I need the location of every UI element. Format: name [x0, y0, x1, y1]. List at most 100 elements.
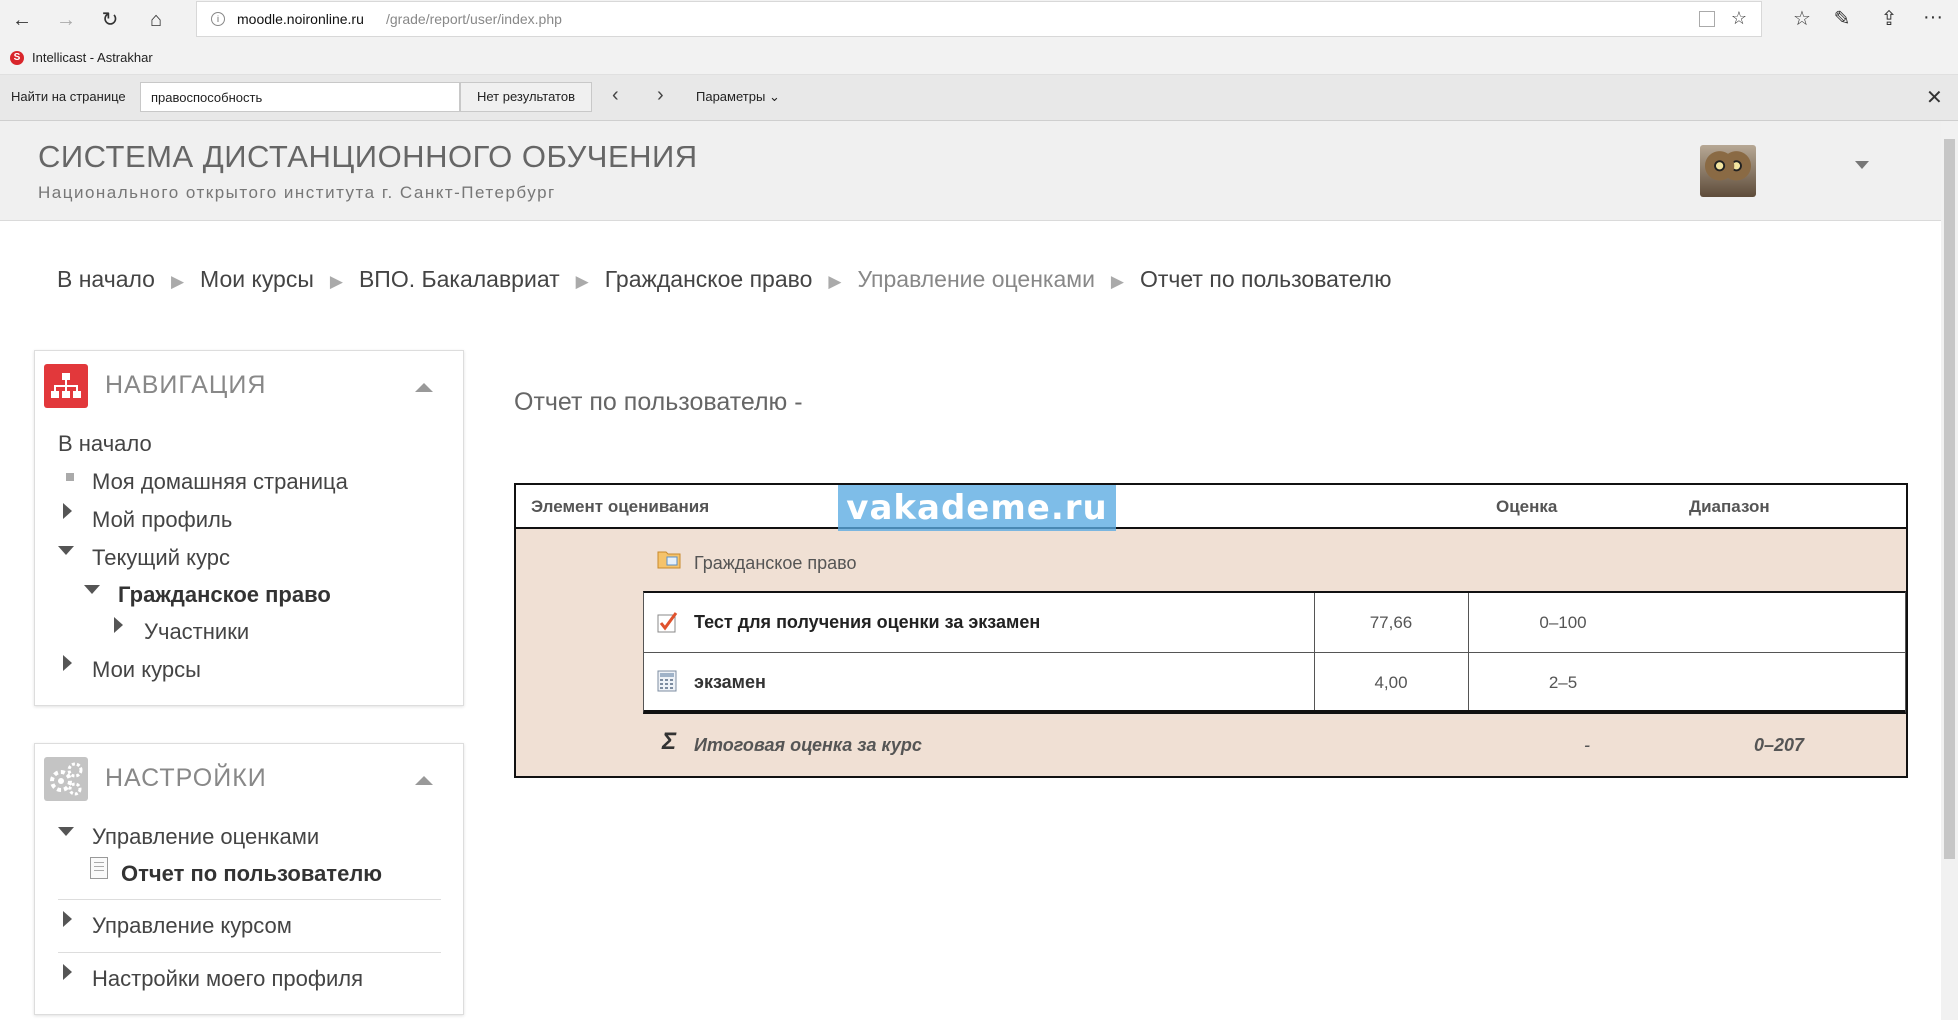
find-input[interactable] [140, 82, 460, 112]
share-icon[interactable]: ⇪ [1874, 6, 1904, 31]
site-header: СИСТЕМА ДИСТАНЦИОННОГО ОБУЧЕНИЯ Национал… [0, 121, 1941, 221]
intellicast-icon: S [10, 51, 24, 65]
more-menu-icon[interactable]: ··· [1918, 6, 1948, 29]
collapse-icon[interactable] [415, 383, 433, 392]
table-body: Гражданское право Тест для получения оце… [516, 529, 1906, 776]
range-value: 0–100 [1539, 613, 1587, 632]
category-folder-icon [657, 549, 681, 569]
user-menu-caret-icon[interactable] [1855, 161, 1869, 169]
favorite-link[interactable]: Intellicast - Astrakhar [32, 50, 153, 65]
expand-right-icon[interactable] [63, 655, 72, 671]
find-options-button[interactable]: Параметры ⌄ [696, 89, 780, 105]
breadcrumb-category[interactable]: ВПО. Бакалавриат [359, 266, 560, 292]
home-icon[interactable]: ⌂ [140, 6, 172, 34]
collapse-icon[interactable] [415, 776, 433, 785]
back-arrow-icon[interactable]: ← [6, 6, 38, 34]
grade-item-name[interactable]: Тест для получения оценки за экзамен [694, 612, 1040, 633]
breadcrumb-course[interactable]: Гражданское право [605, 266, 813, 292]
breadcrumb-grades: Управление оценками [857, 266, 1095, 292]
breadcrumb-my-courses[interactable]: Мои курсы [200, 266, 314, 292]
forward-arrow-icon[interactable]: → [50, 6, 82, 34]
expand-right-icon[interactable] [63, 503, 72, 519]
expand-right-icon[interactable] [63, 911, 72, 927]
browser-toolbar: ← → ↻ ⌂ i moodle.noironline.ru /grade/re… [0, 0, 1958, 40]
breadcrumb-separator-icon: ▶ [329, 272, 343, 291]
table-row: экзамен 4,00 2–5 [643, 652, 1906, 714]
reading-view-icon[interactable] [1699, 11, 1715, 27]
favorite-star-icon[interactable]: ☆ [1731, 8, 1747, 29]
navigation-block: НАВИГАЦИЯ В начало Моя домашняя страница… [34, 350, 464, 706]
find-results: Нет результатов [460, 82, 592, 112]
calculator-icon [657, 670, 677, 692]
settings-item-grade-admin[interactable]: Управление оценками [92, 824, 319, 850]
table-row: Тест для получения оценки за экзамен 77,… [643, 591, 1906, 653]
nav-item-profile[interactable]: Мой профиль [92, 507, 232, 533]
find-label: Найти на странице [11, 89, 126, 104]
divider [58, 899, 441, 900]
find-next-icon[interactable]: › [657, 84, 664, 107]
course-total-grade: - [1584, 735, 1590, 755]
navigation-title: НАВИГАЦИЯ [105, 371, 267, 399]
nav-item-course[interactable]: Гражданское право [118, 582, 331, 608]
breadcrumb: В начало ▶ Мои курсы ▶ ВПО. Бакалавриат ▶ Граж… [57, 266, 1391, 293]
breadcrumb-separator-icon: ▶ [1110, 272, 1124, 291]
settings-item-profile-settings[interactable]: Настройки моего профиля [92, 966, 363, 992]
page-title: Отчет по пользователю - [514, 388, 803, 416]
expand-right-icon[interactable] [63, 964, 72, 980]
sigma-icon: Σ [662, 728, 677, 755]
range-value: 2–5 [1548, 673, 1578, 692]
grade-item-name[interactable]: экзамен [694, 672, 766, 693]
grade-value: 4,00 [1374, 673, 1408, 692]
watermark: vakademe.ru [838, 485, 1116, 531]
breadcrumb-separator-icon: ▶ [170, 272, 185, 291]
scrollbar[interactable] [1941, 121, 1958, 1020]
column-header-grade: Оценка [1496, 497, 1558, 516]
avatar[interactable] [1700, 145, 1756, 197]
grade-value: 77,66 [1369, 613, 1413, 632]
find-bar: Найти на странице Нет результатов ‹ › Па… [0, 75, 1958, 121]
column-header-range: Диапазон [1689, 497, 1770, 516]
nav-item-participants[interactable]: Участники [144, 619, 249, 645]
expand-right-icon[interactable] [114, 617, 123, 633]
breadcrumb-user-report[interactable]: Отчет по пользователю [1140, 266, 1391, 292]
settings-title: НАСТРОЙКИ [105, 764, 267, 792]
report-page-icon [90, 857, 108, 879]
nav-item-home[interactable]: В начало [58, 431, 152, 457]
gears-icon [44, 757, 88, 801]
quiz-icon [657, 611, 679, 633]
settings-item-user-report[interactable]: Отчет по пользователю [121, 861, 382, 887]
settings-block: НАСТРОЙКИ Управление оценками Отчет по п… [34, 743, 464, 1015]
find-options-label: Параметры [696, 89, 766, 104]
info-icon[interactable]: i [211, 12, 225, 26]
breadcrumb-separator-icon: ▶ [575, 272, 589, 291]
expand-down-icon[interactable] [84, 585, 100, 594]
pen-notes-icon[interactable]: ✎ [1827, 6, 1857, 31]
nav-item-current-course[interactable]: Текущий курс [92, 545, 230, 571]
chevron-down-icon: ⌄ [768, 89, 780, 104]
nav-item-my-courses[interactable]: Мои курсы [92, 657, 201, 683]
expand-down-icon[interactable] [58, 546, 74, 555]
favorites-bar: S Intellicast - Astrakhar [0, 40, 1958, 75]
site-subtitle: Национального открытого института г. Сан… [38, 183, 556, 202]
scrollbar-thumb[interactable] [1944, 139, 1955, 859]
find-previous-icon[interactable]: ‹ [612, 84, 619, 107]
bullet-icon [66, 473, 74, 481]
category-name: Гражданское право [694, 553, 857, 573]
url-path: /grade/report/user/index.php [386, 11, 562, 27]
sitemap-icon [44, 364, 88, 408]
refresh-icon[interactable]: ↻ [94, 6, 126, 34]
close-icon[interactable]: ✕ [1926, 85, 1943, 110]
address-bar[interactable]: i moodle.noironline.ru /grade/report/use… [196, 1, 1762, 37]
settings-item-course-admin[interactable]: Управление курсом [92, 913, 292, 939]
column-header-item: Элемент оценивания [531, 497, 710, 516]
divider [58, 952, 441, 953]
nav-item-dashboard[interactable]: Моя домашняя страница [92, 469, 348, 495]
site-title[interactable]: СИСТЕМА ДИСТАНЦИОННОГО ОБУЧЕНИЯ [38, 139, 698, 175]
grade-report-table: Элемент оценивания Оценка Диапазон Гражд… [514, 483, 1908, 778]
expand-down-icon[interactable] [58, 827, 74, 836]
breadcrumb-home[interactable]: В начало [57, 266, 155, 292]
course-total-range: 0–207 [1753, 735, 1805, 755]
breadcrumb-separator-icon: ▶ [828, 272, 842, 291]
favorites-hub-icon[interactable]: ☆ [1787, 6, 1817, 31]
course-total-name: Итоговая оценка за курс [694, 735, 922, 755]
